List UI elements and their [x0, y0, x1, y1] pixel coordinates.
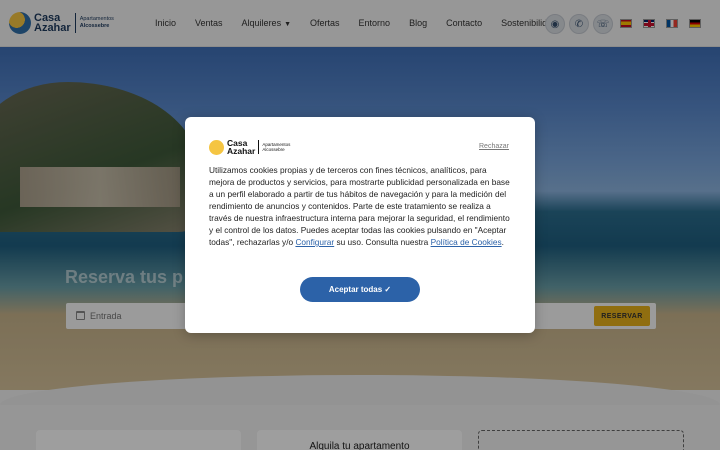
configure-cookies-link[interactable]: Configurar — [295, 237, 334, 247]
reject-cookies-link[interactable]: Rechazar — [479, 143, 509, 150]
modal-brand-sub-line2: Alcossebre — [262, 147, 285, 152]
cookie-consent-modal: Casa Azahar Apartamentos Alcossebre Rech… — [185, 117, 535, 333]
modal-brand-subtitle: Apartamentos Alcossebre — [262, 142, 290, 153]
logo-divider — [258, 140, 260, 154]
modal-brand-sub-line1: Apartamentos — [262, 141, 291, 147]
accept-all-cookies-button[interactable]: Aceptar todas ✓ — [300, 277, 420, 302]
cookie-policy-link[interactable]: Política de Cookies — [431, 237, 502, 247]
cookie-text-end: . — [501, 237, 504, 247]
modal-brand-name-line2: Azahar — [227, 146, 256, 156]
modal-brand-logo: Casa Azahar Apartamentos Alcossebre — [209, 139, 290, 155]
cookie-text-mid: su uso. Consulta nuestra — [334, 237, 431, 247]
cookie-text-main: Utilizamos cookies propias y de terceros… — [209, 165, 510, 247]
cookie-description: Utilizamos cookies propias y de terceros… — [209, 164, 513, 248]
modal-brand-name: Casa Azahar — [227, 139, 256, 156]
logo-sun-icon — [209, 139, 224, 155]
